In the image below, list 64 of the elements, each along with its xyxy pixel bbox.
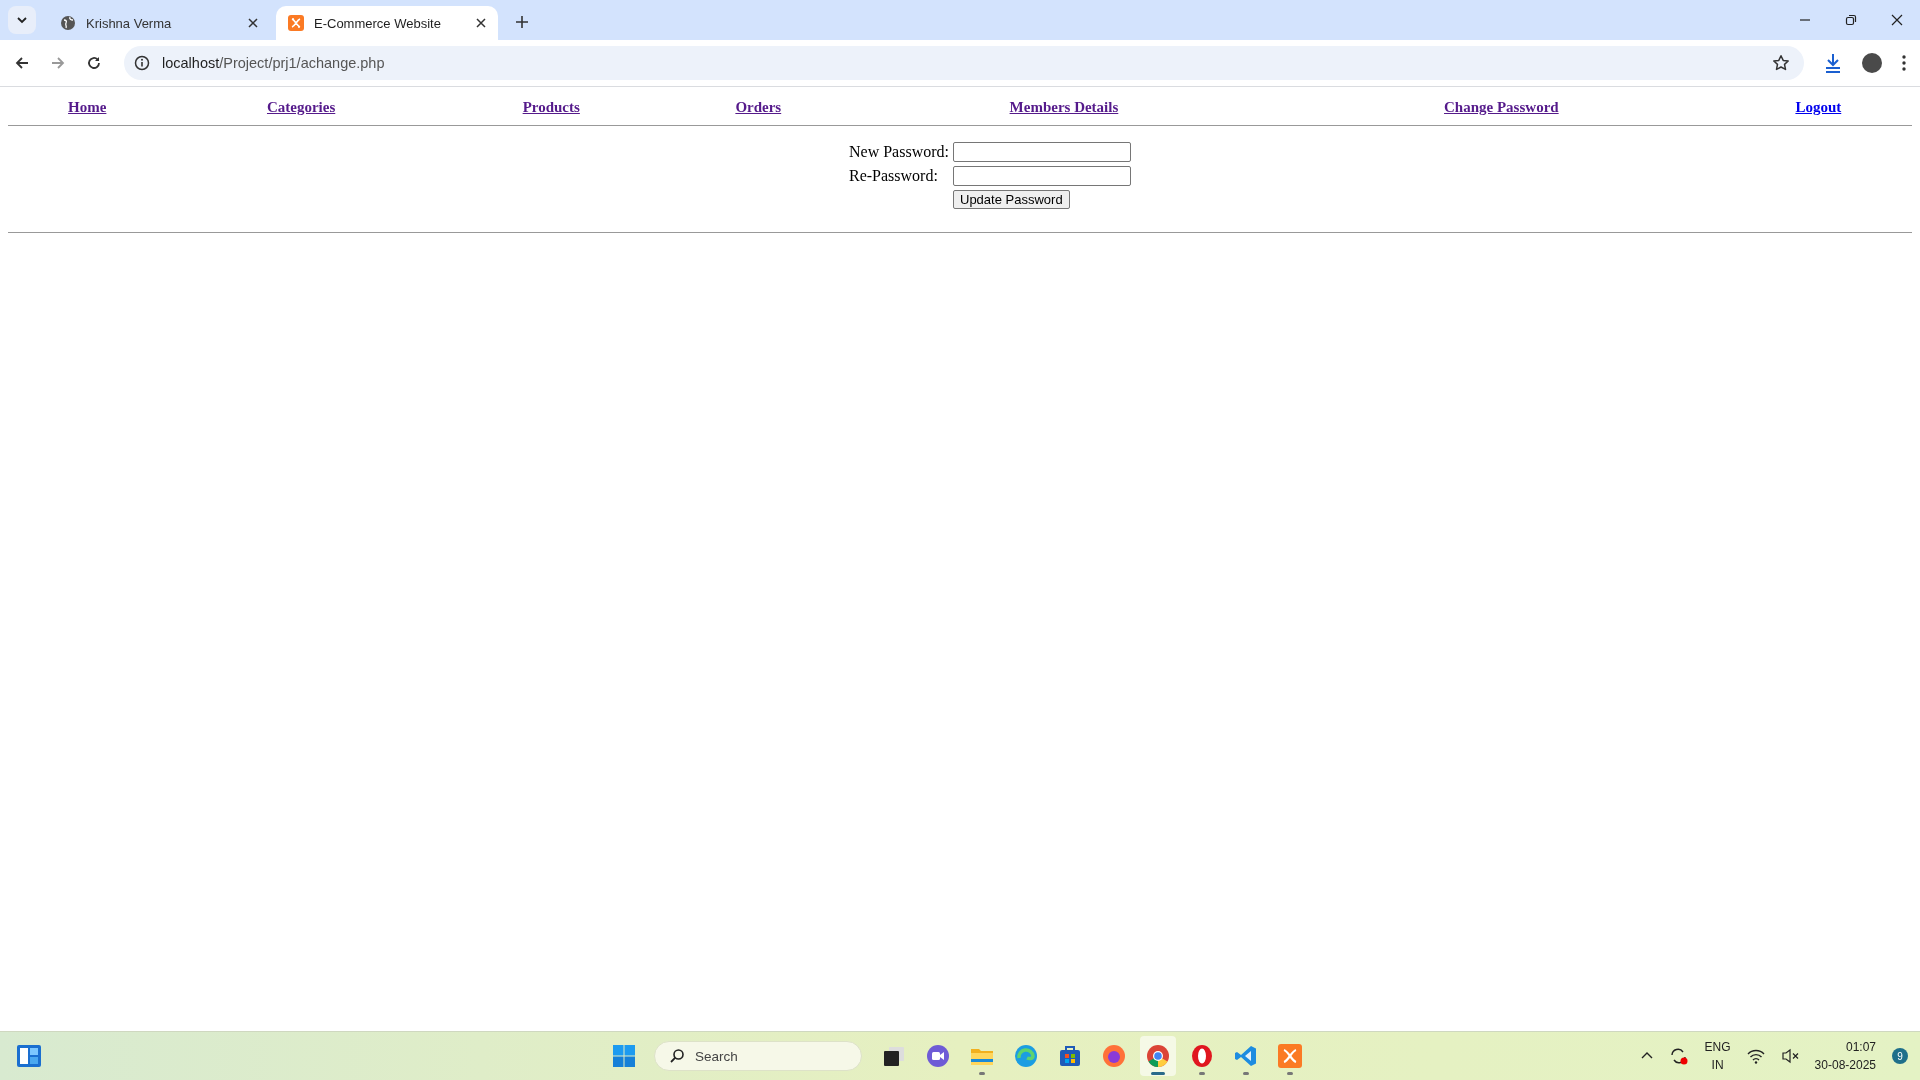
- nav-link[interactable]: Change Password: [1444, 99, 1559, 115]
- star-icon[interactable]: [1772, 54, 1790, 72]
- running-indicator: [1199, 1072, 1205, 1075]
- start-icon[interactable]: [612, 1044, 636, 1068]
- browser-tab[interactable]: E-Commerce Website: [276, 6, 498, 40]
- profile-avatar[interactable]: [1862, 53, 1882, 73]
- running-indicator: [1243, 1072, 1249, 1075]
- tab-title: Krishna Verma: [86, 15, 173, 31]
- address-bar[interactable]: localhost/Project/prj1/achange.php: [124, 46, 1804, 80]
- new-tab-icon[interactable]: [516, 16, 528, 28]
- xampp-logo-icon: [1278, 1044, 1302, 1068]
- nav-link[interactable]: Categories: [266, 99, 336, 115]
- language-indicator[interactable]: ENG IN: [1704, 1038, 1731, 1074]
- xampp-logo-icon: [288, 15, 304, 31]
- running-indicator: [1287, 1072, 1293, 1075]
- nav-link[interactable]: Products: [522, 99, 580, 115]
- clock[interactable]: 01:07 30-08-2025: [1814, 1038, 1876, 1074]
- nav-link[interactable]: Logout: [1795, 99, 1842, 115]
- region-code: IN: [1711, 1057, 1724, 1074]
- chrome-icon: [1146, 1044, 1170, 1068]
- forward-arrow-icon[interactable]: [50, 55, 66, 71]
- firefox-icon: [1102, 1044, 1126, 1068]
- chevron-down-icon: [16, 14, 28, 26]
- info-icon: [134, 55, 150, 71]
- back-arrow-icon[interactable]: [14, 55, 30, 71]
- reload-icon[interactable]: [86, 55, 102, 71]
- close-icon[interactable]: [1891, 14, 1903, 26]
- date-text: 30-08-2025: [1814, 1057, 1876, 1074]
- widgets-icon[interactable]: [16, 1044, 42, 1068]
- language-code: ENG: [1704, 1039, 1731, 1056]
- running-indicator: [979, 1072, 985, 1075]
- password-field[interactable]: [953, 166, 1131, 186]
- close-icon[interactable]: [476, 18, 486, 28]
- nav-link[interactable]: Home: [68, 99, 107, 115]
- nav-link[interactable]: Orders: [735, 99, 782, 115]
- video-chat-icon: [926, 1044, 950, 1068]
- search-placeholder: Search: [695, 1048, 738, 1064]
- task-view-icon: [882, 1044, 906, 1068]
- store-icon: [1058, 1044, 1082, 1068]
- notification-badge[interactable]: 9: [1892, 1048, 1908, 1064]
- edge-icon: [1014, 1044, 1038, 1068]
- nav-link[interactable]: Members Details: [1009, 99, 1119, 115]
- field-label: New Password:: [849, 143, 949, 160]
- url-text: localhost/Project/prj1/achange.php: [162, 55, 385, 71]
- restore-icon[interactable]: [1845, 14, 1857, 26]
- update-password-button[interactable]: Update Password: [953, 190, 1070, 209]
- time-text: 01:07: [1845, 1039, 1876, 1056]
- tab-title: E-Commerce Website: [314, 15, 442, 31]
- code-editor-icon: [1234, 1044, 1258, 1068]
- search-field[interactable]: Search: [654, 1041, 862, 1071]
- running-indicator: [1151, 1072, 1165, 1075]
- menu-icon[interactable]: [1902, 55, 1906, 71]
- browser-tab[interactable]: Krishna Verma: [48, 6, 270, 40]
- field-label: Re-Password:: [849, 167, 938, 184]
- password-field[interactable]: [953, 142, 1131, 162]
- globe-icon: [60, 15, 76, 31]
- search-icon: [669, 1048, 685, 1064]
- close-icon[interactable]: [248, 18, 258, 28]
- wifi-icon[interactable]: [1746, 1048, 1765, 1064]
- sync-icon[interactable]: [1668, 1046, 1689, 1066]
- tab-search-button[interactable]: [8, 6, 36, 34]
- download-icon[interactable]: [1824, 53, 1842, 73]
- opera-icon: [1190, 1044, 1214, 1068]
- muted-speaker-icon[interactable]: [1780, 1048, 1799, 1064]
